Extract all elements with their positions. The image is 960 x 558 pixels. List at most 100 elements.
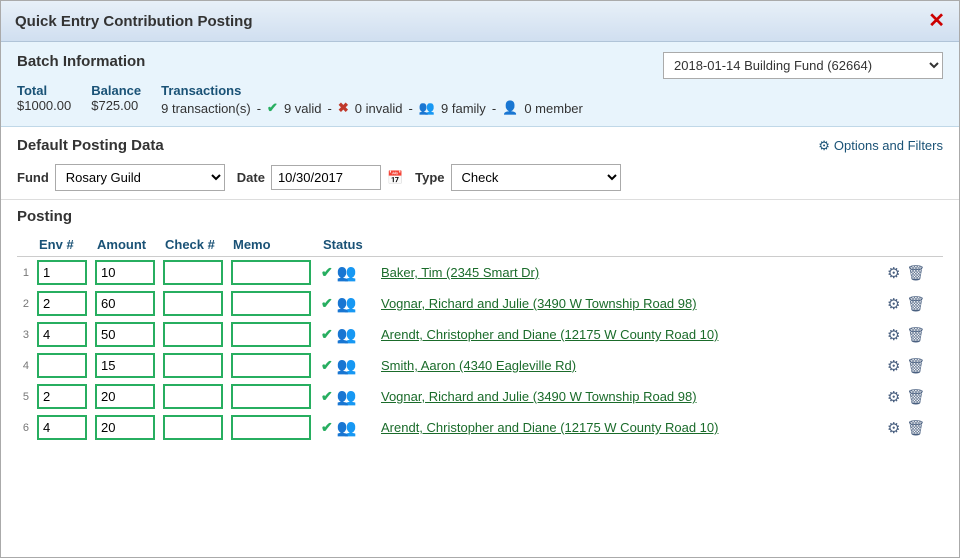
batch-select[interactable]: 2018-01-14 Building Fund (62664) xyxy=(663,52,943,79)
memo-cell xyxy=(227,381,317,412)
posting-title: Posting xyxy=(17,208,943,225)
status-cell: ✔ 👥 xyxy=(317,350,377,381)
row-gear-icon[interactable]: ⚙ xyxy=(887,326,900,344)
person-link[interactable]: Arendt, Christopher and Diane (12175 W C… xyxy=(381,420,718,435)
row-trash-icon[interactable]: 🗑 xyxy=(906,264,925,282)
memo-input[interactable] xyxy=(231,260,311,285)
env-input[interactable] xyxy=(37,415,87,440)
row-number: 4 xyxy=(17,350,33,381)
separator-2: - xyxy=(328,101,332,116)
invalid-icon: ✖ xyxy=(338,100,349,116)
batch-section: Batch Information 2018-01-14 Building Fu… xyxy=(1,42,959,127)
row-gear-icon[interactable]: ⚙ xyxy=(887,419,900,437)
total-stat: Total $1000.00 xyxy=(17,83,71,116)
check-input[interactable] xyxy=(163,322,223,347)
options-filter-button[interactable]: ⚙ Options and Filters xyxy=(818,138,943,154)
check-input[interactable] xyxy=(163,353,223,378)
check-input[interactable] xyxy=(163,260,223,285)
name-cell: Arendt, Christopher and Diane (12175 W C… xyxy=(377,319,883,350)
family-person-icon: 👥 xyxy=(337,263,357,283)
row-number: 3 xyxy=(17,319,33,350)
modal-title: Quick Entry Contribution Posting xyxy=(15,13,253,30)
valid-icon: ✔ xyxy=(267,100,278,116)
date-input[interactable] xyxy=(271,165,381,190)
memo-input[interactable] xyxy=(231,384,311,409)
person-link[interactable]: Vognar, Richard and Julie (3490 W Townsh… xyxy=(381,389,697,404)
amount-input[interactable] xyxy=(95,260,155,285)
env-input[interactable] xyxy=(37,353,87,378)
memo-cell xyxy=(227,412,317,443)
amount-input[interactable] xyxy=(95,353,155,378)
person-link[interactable]: Smith, Aaron (4340 Eagleville Rd) xyxy=(381,358,576,373)
batch-dropdown: 2018-01-14 Building Fund (62664) xyxy=(663,52,943,79)
amount-cell xyxy=(91,350,159,381)
row-trash-icon[interactable]: 🗑 xyxy=(906,388,925,406)
env-input[interactable] xyxy=(37,291,87,316)
transactions-stat: Transactions 9 transaction(s) - ✔ 9 vali… xyxy=(161,83,583,116)
env-cell xyxy=(33,381,91,412)
memo-cell xyxy=(227,350,317,381)
row-trash-icon[interactable]: 🗑 xyxy=(906,295,925,313)
row-gear-icon[interactable]: ⚙ xyxy=(887,357,900,375)
row-gear-icon[interactable]: ⚙ xyxy=(887,388,900,406)
person-link[interactable]: Baker, Tim (2345 Smart Dr) xyxy=(381,265,539,280)
env-cell xyxy=(33,412,91,443)
posting-table: Env # Amount Check # Memo Status 1 ✔ 👥 xyxy=(17,233,943,443)
memo-input[interactable] xyxy=(231,322,311,347)
memo-input[interactable] xyxy=(231,415,311,440)
amount-input[interactable] xyxy=(95,415,155,440)
env-cell xyxy=(33,257,91,289)
memo-cell xyxy=(227,319,317,350)
table-header-row: Env # Amount Check # Memo Status xyxy=(17,233,943,257)
modal-container: Quick Entry Contribution Posting ✕ Batch… xyxy=(0,0,960,558)
options-filter-label: Options and Filters xyxy=(834,138,943,153)
name-cell: Baker, Tim (2345 Smart Dr) xyxy=(377,257,883,289)
row-gear-icon[interactable]: ⚙ xyxy=(887,295,900,313)
batch-stats: Total $1000.00 Balance $725.00 Transacti… xyxy=(17,83,943,116)
table-row: 6 ✔ 👥 Arendt, Christopher and Diane (121… xyxy=(17,412,943,443)
col-check-header: Check # xyxy=(159,233,227,257)
person-link[interactable]: Vognar, Richard and Julie (3490 W Townsh… xyxy=(381,296,697,311)
name-cell: Arendt, Christopher and Diane (12175 W C… xyxy=(377,412,883,443)
env-cell xyxy=(33,288,91,319)
actions-cell: ⚙ 🗑 xyxy=(883,381,943,412)
amount-input[interactable] xyxy=(95,322,155,347)
balance-label: Balance xyxy=(91,83,141,98)
memo-input[interactable] xyxy=(231,291,311,316)
row-gear-icon[interactable]: ⚙ xyxy=(887,264,900,282)
default-posting-title: Default Posting Data xyxy=(17,137,164,154)
amount-cell xyxy=(91,381,159,412)
type-select[interactable]: Check xyxy=(451,164,621,191)
row-trash-icon[interactable]: 🗑 xyxy=(906,326,925,344)
amount-input[interactable] xyxy=(95,384,155,409)
env-cell xyxy=(33,319,91,350)
row-trash-icon[interactable]: 🗑 xyxy=(906,357,925,375)
type-field-group: Type Check xyxy=(415,164,620,191)
person-link[interactable]: Arendt, Christopher and Diane (12175 W C… xyxy=(381,327,718,342)
fund-select[interactable]: Rosary Guild xyxy=(55,164,225,191)
amount-input[interactable] xyxy=(95,291,155,316)
env-input[interactable] xyxy=(37,260,87,285)
row-number: 6 xyxy=(17,412,33,443)
env-input[interactable] xyxy=(37,322,87,347)
row-number: 5 xyxy=(17,381,33,412)
check-input[interactable] xyxy=(163,291,223,316)
memo-cell xyxy=(227,288,317,319)
col-status-header: Status xyxy=(317,233,377,257)
status-cell: ✔ 👥 xyxy=(317,257,377,289)
check-input[interactable] xyxy=(163,415,223,440)
section-header: Default Posting Data ⚙ Options and Filte… xyxy=(17,137,943,154)
transactions-row: 9 transaction(s) - ✔ 9 valid - ✖ 0 inval… xyxy=(161,100,583,116)
balance-value: $725.00 xyxy=(91,98,141,113)
env-input[interactable] xyxy=(37,384,87,409)
valid-checkmark-icon: ✔ xyxy=(321,295,333,312)
check-cell xyxy=(159,350,227,381)
memo-input[interactable] xyxy=(231,353,311,378)
separator-1: - xyxy=(257,101,261,116)
row-trash-icon[interactable]: 🗑 xyxy=(906,419,925,437)
close-button[interactable]: ✕ xyxy=(928,11,945,31)
check-input[interactable] xyxy=(163,384,223,409)
date-label: Date xyxy=(237,170,265,185)
status-cell: ✔ 👥 xyxy=(317,412,377,443)
calendar-icon[interactable]: 📅 xyxy=(387,170,403,186)
